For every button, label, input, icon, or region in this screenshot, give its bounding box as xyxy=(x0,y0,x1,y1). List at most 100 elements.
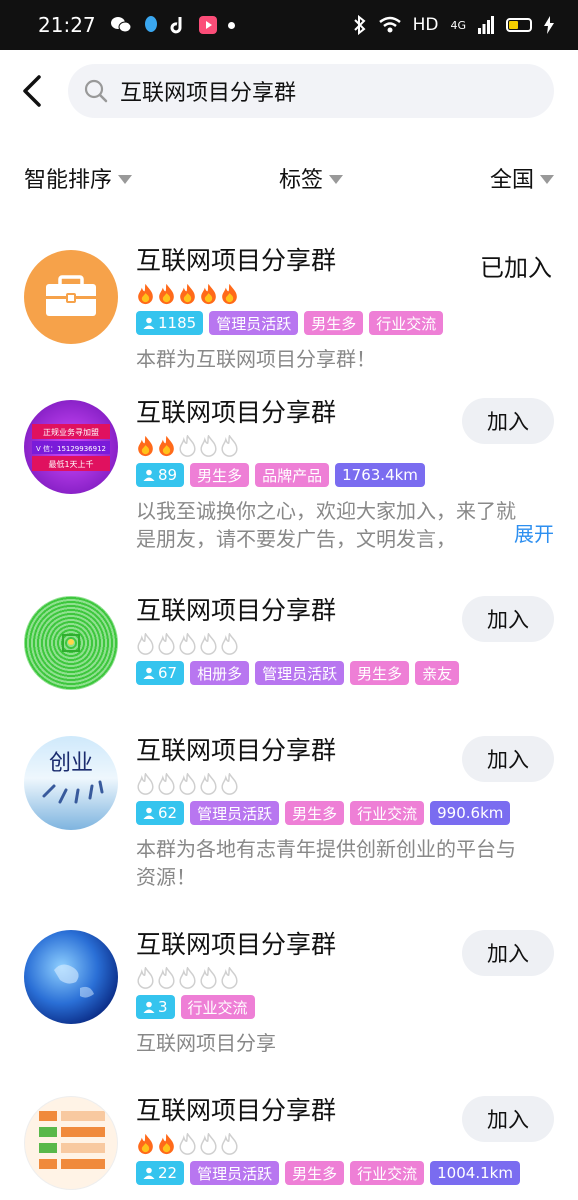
fire-inactive-icon xyxy=(221,633,238,655)
briefcase-icon xyxy=(46,275,96,316)
fire-inactive-icon xyxy=(137,967,154,989)
tag-filter[interactable]: 标签 xyxy=(279,162,343,194)
member-count-badge: 67 xyxy=(136,661,185,685)
member-count-text: 1185 xyxy=(158,314,197,332)
fire-inactive-icon xyxy=(158,967,175,989)
back-button[interactable] xyxy=(12,71,52,111)
join-button[interactable]: 加入 xyxy=(462,736,554,782)
tag-badge: 相册多 xyxy=(190,661,250,685)
fire-inactive-icon xyxy=(200,967,217,989)
fire-inactive-icon xyxy=(179,633,196,655)
battery-icon xyxy=(506,18,532,32)
search-input[interactable] xyxy=(120,78,500,104)
group-item[interactable]: 互联网项目分享群 67 相册多 管理员活跃 男生多 亲友 加入 xyxy=(0,590,578,730)
svg-text:正规业务寻加盟: 正规业务寻加盟 xyxy=(43,427,99,437)
fire-inactive-icon xyxy=(158,773,175,795)
tag-badge: 品牌产品 xyxy=(255,463,330,487)
group-avatar: 创业 xyxy=(24,736,118,830)
fire-inactive-icon xyxy=(200,1133,217,1155)
group-avatar xyxy=(24,250,118,344)
tag-badge: 管理员活跃 xyxy=(255,661,345,685)
status-bar: 21:27 HD 4G xyxy=(0,0,578,50)
chevron-left-icon xyxy=(23,75,41,107)
tag-badge: 管理员活跃 xyxy=(190,801,280,825)
fire-active-icon xyxy=(159,1133,174,1155)
distance-badge: 1004.1km xyxy=(430,1161,520,1185)
join-button[interactable]: 加入 xyxy=(462,930,554,976)
group-list: 互联网项目分享群 1185 管理员活跃 男生多 行业交流 本群为互联网项目分享群！ 已… xyxy=(0,224,578,1194)
notification-icons xyxy=(110,15,235,35)
tag-row: 67 相册多 管理员活跃 男生多 亲友 xyxy=(136,661,554,687)
description-line: 是朋友，请不要发广告，文明发言， xyxy=(136,527,456,551)
distance-badge: 1763.4km xyxy=(335,463,425,487)
group-description: 以我至诚换你之心，欢迎大家加入，来了就 是朋友，请不要发广告，文明发言， xyxy=(136,497,554,553)
tag-badge: 亲友 xyxy=(415,661,460,685)
member-count-badge: 22 xyxy=(136,1161,185,1185)
person-icon xyxy=(143,1167,155,1179)
join-button[interactable]: 加入 xyxy=(462,596,554,642)
dropdown-arrow-icon xyxy=(118,174,133,184)
earth-image xyxy=(54,964,94,998)
group-avatar xyxy=(24,930,118,1024)
description-line: 资源！ xyxy=(136,865,196,889)
fire-active-icon xyxy=(138,435,153,457)
search-icon xyxy=(84,79,108,103)
group-avatar xyxy=(24,1096,118,1190)
search-header xyxy=(0,50,578,132)
region-filter[interactable]: 全国 xyxy=(490,162,554,194)
person-icon xyxy=(143,317,155,329)
fire-active-icon xyxy=(138,283,153,305)
tag-filter-label: 标签 xyxy=(278,168,323,193)
fire-inactive-icon xyxy=(200,773,217,795)
group-item[interactable]: 互联网项目分享群 1185 管理员活跃 男生多 行业交流 本群为互联网项目分享群！ 已… xyxy=(0,224,578,390)
concentric-pattern-image xyxy=(62,634,80,652)
tag-badge: 行业交流 xyxy=(180,995,255,1019)
qq-icon xyxy=(144,16,157,32)
activity-rating xyxy=(136,282,554,306)
fire-inactive-icon xyxy=(179,773,196,795)
charging-icon xyxy=(544,16,554,34)
group-avatar xyxy=(24,596,118,690)
member-count-text: 3 xyxy=(158,998,168,1016)
member-count-badge: 3 xyxy=(136,995,175,1019)
member-count-text: 67 xyxy=(158,664,178,682)
group-item[interactable]: 互联网项目分享群 22 管理员活跃 男生多 行业交流 1004.1km 加入 xyxy=(0,1090,578,1194)
person-icon xyxy=(143,469,155,481)
svg-text:创业: 创业 xyxy=(49,751,93,776)
sort-filter[interactable]: 智能排序 xyxy=(24,162,133,194)
distance-badge: 990.6km xyxy=(430,801,511,825)
tag-badge: 管理员活跃 xyxy=(190,1161,280,1185)
group-description: 本群为各地有志青年提供创新创业的平台与 资源！ xyxy=(136,835,554,891)
fire-inactive-icon xyxy=(137,633,154,655)
bluetooth-icon xyxy=(353,15,366,35)
network-type: HD xyxy=(412,15,439,35)
fire-active-icon xyxy=(138,1133,153,1155)
group-description: 互联网项目分享 xyxy=(136,1031,276,1055)
search-bar[interactable] xyxy=(68,64,554,118)
member-count-badge: 89 xyxy=(136,463,185,487)
expand-link[interactable]: 展开 xyxy=(514,518,554,547)
group-item[interactable]: 互联网项目分享群 3 行业交流 互联网项目分享 加入 xyxy=(0,924,578,1090)
group-item[interactable]: 正规业务寻加盟 V 信：15129936912 最低1天上千 互联网项目分享群 … xyxy=(0,390,578,590)
fire-inactive-icon xyxy=(221,435,238,457)
member-count-badge: 1185 xyxy=(136,311,204,335)
fire-inactive-icon xyxy=(137,773,154,795)
fire-inactive-icon xyxy=(158,633,175,655)
tag-badge: 男生多 xyxy=(304,311,364,335)
tag-badge: 行业交流 xyxy=(350,801,425,825)
person-icon xyxy=(143,1001,155,1013)
person-icon xyxy=(143,807,155,819)
tag-badge: 男生多 xyxy=(285,801,345,825)
fire-active-icon xyxy=(222,283,237,305)
region-filter-label: 全国 xyxy=(489,168,534,193)
signal-icon xyxy=(478,16,494,34)
tag-row: 62 管理员活跃 男生多 行业交流 990.6km xyxy=(136,801,554,827)
group-item[interactable]: 创业 互联网项目分享群 62 管理员活跃 男生多 行业交流 990.6km 本群为各地有… xyxy=(0,730,578,924)
promo-badge-image: 正规业务寻加盟 V 信：15129936912 最低1天上千 xyxy=(32,424,110,471)
join-button[interactable]: 加入 xyxy=(462,1096,554,1142)
join-button[interactable]: 加入 xyxy=(462,398,554,444)
fire-inactive-icon xyxy=(221,773,238,795)
fire-inactive-icon xyxy=(221,967,238,989)
startup-rockets-image: 创业 xyxy=(42,751,104,804)
fire-inactive-icon xyxy=(179,967,196,989)
